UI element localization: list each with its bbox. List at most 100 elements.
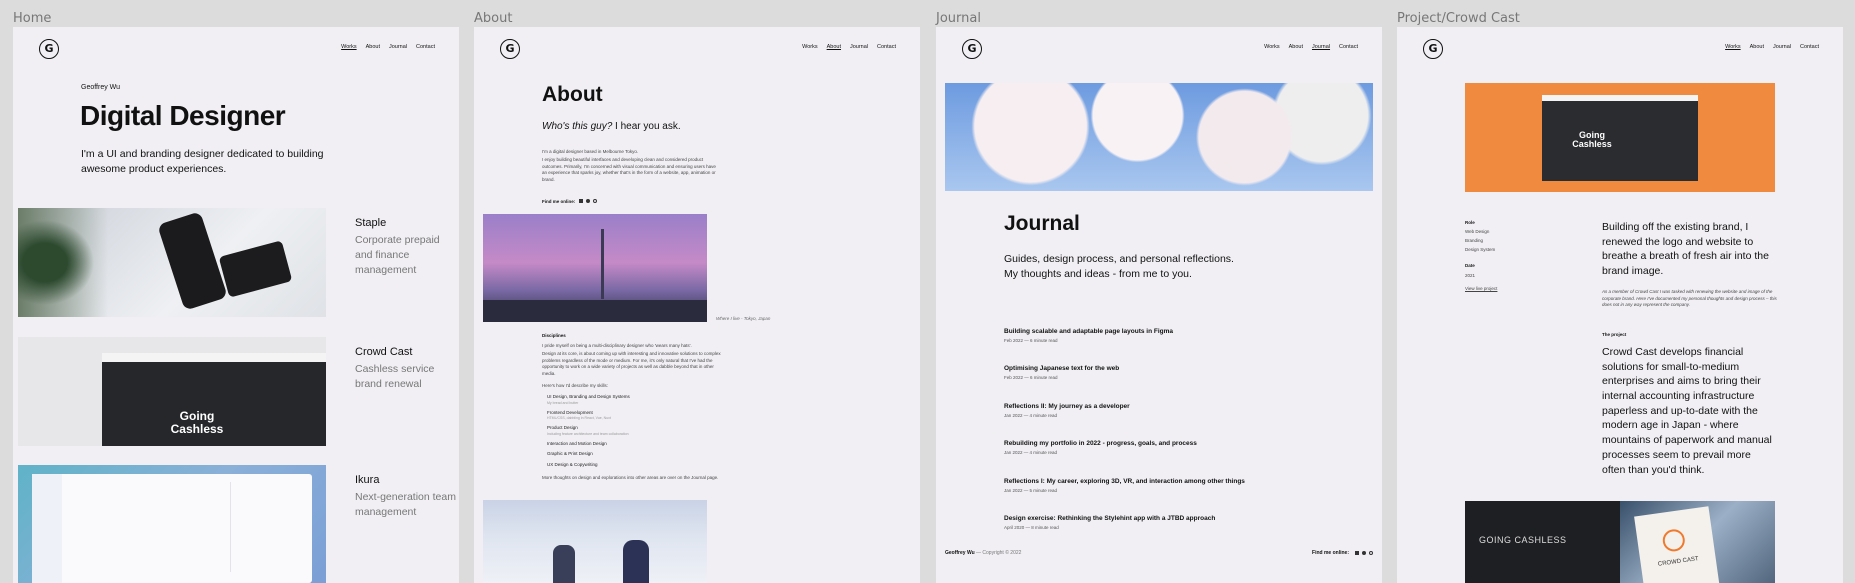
entry-title[interactable]: Optimising Japanese text for the web bbox=[1004, 365, 1364, 372]
browser-mockup: Going Cashless bbox=[1542, 95, 1698, 181]
logo-icon[interactable]: G bbox=[1423, 39, 1443, 59]
entry-meta: Jan 2022 — 4 minute read bbox=[1004, 450, 1058, 455]
person-shape bbox=[623, 540, 649, 583]
project-desc: Next-generation team management bbox=[355, 491, 456, 519]
journal-frame: G Works About Journal Contact Journal Gu… bbox=[936, 27, 1382, 583]
project-lead: Building off the existing brand, I renew… bbox=[1602, 221, 1769, 278]
linkedin-icon[interactable] bbox=[1355, 551, 1359, 555]
skill-item: Product Design Including feature architec… bbox=[547, 425, 727, 436]
browser-mockup: Going Cashless bbox=[102, 353, 326, 446]
project-desc: Corporate prepaid and finance management bbox=[355, 234, 440, 277]
nav-journal[interactable]: Journal bbox=[1773, 44, 1791, 50]
skill-sub: HTML/CSS, dabbling in React, Vue, Nuxt bbox=[547, 416, 611, 421]
entry-title[interactable]: Building scalable and adaptable page lay… bbox=[1004, 328, 1364, 335]
photo-caption: Where I live - Tokyo, Japan bbox=[716, 316, 771, 321]
disciplines-title: Disciplines bbox=[542, 333, 566, 338]
about-paragraph: I enjoy building beautiful interfaces an… bbox=[542, 157, 716, 182]
dashboard-mockup bbox=[32, 474, 312, 583]
journal-entry[interactable]: Rebuilding my portfolio in 2022 - progre… bbox=[1004, 440, 1364, 478]
frame-label-about: About bbox=[474, 11, 513, 26]
frame-label-journal: Journal bbox=[936, 11, 981, 26]
journal-entry[interactable]: Reflections II: My journey as a develope… bbox=[1004, 403, 1364, 440]
skill-name: Graphic & Print Design bbox=[547, 451, 593, 457]
project-name[interactable]: Staple bbox=[355, 217, 386, 229]
question-em: Who's this guy? bbox=[542, 121, 613, 132]
journal-entry[interactable]: Design exercise: Rethinking the Stylehin… bbox=[1004, 515, 1364, 545]
project-description: Crowd Cast develops financial solutions … bbox=[1602, 346, 1772, 476]
entry-meta: Feb 2022 — 6 minute read bbox=[1004, 375, 1058, 380]
nav-works[interactable]: Works bbox=[341, 44, 356, 50]
journal-entry[interactable]: Reflections I: My career, exploring 3D, … bbox=[1004, 478, 1364, 515]
about-question: Who's this guy? I hear you ask. bbox=[542, 121, 681, 132]
github-icon[interactable] bbox=[586, 199, 590, 203]
business-card: CROWD CAST bbox=[1634, 506, 1721, 583]
nav-works[interactable]: Works bbox=[1725, 44, 1740, 50]
nav-contact[interactable]: Contact bbox=[1800, 44, 1819, 50]
home-frame: G Works About Journal Contact Geoffrey W… bbox=[13, 27, 459, 583]
ikura-thumbnail[interactable] bbox=[18, 465, 326, 583]
entry-title[interactable]: Reflections I: My career, exploring 3D, … bbox=[1004, 478, 1364, 485]
nav-contact[interactable]: Contact bbox=[877, 44, 896, 50]
staple-thumbnail[interactable] bbox=[18, 208, 326, 317]
nav-works[interactable]: Works bbox=[1264, 44, 1279, 50]
journal-entry[interactable]: Optimising Japanese text for the web Feb… bbox=[1004, 365, 1364, 403]
frame-label-home: Home bbox=[13, 11, 52, 26]
going-cashless-text: Going Cashless bbox=[170, 409, 224, 436]
journal-subtitle: Guides, design process, and personal ref… bbox=[1004, 253, 1234, 280]
logo-icon[interactable]: G bbox=[962, 39, 982, 59]
entry-meta: April 2020 — 8 minute read bbox=[1004, 525, 1059, 530]
going-cashless-text: Going Cashless bbox=[1572, 130, 1612, 150]
footer-name: Geoffrey Wu bbox=[945, 550, 975, 556]
view-live-link[interactable]: View live project bbox=[1465, 286, 1497, 293]
more-thoughts: More thoughts on design and explorations… bbox=[542, 475, 719, 480]
nav-about[interactable]: About bbox=[366, 44, 380, 50]
nav-about[interactable]: About bbox=[1289, 44, 1303, 50]
journal-entry[interactable]: Building scalable and adaptable page lay… bbox=[1004, 328, 1364, 365]
role-item: Branding bbox=[1465, 238, 1484, 243]
skill-item: UX Design & Copywriting bbox=[547, 462, 727, 469]
entry-title[interactable]: Reflections II: My journey as a develope… bbox=[1004, 403, 1364, 410]
nav-contact[interactable]: Contact bbox=[1339, 44, 1358, 50]
logo-icon[interactable]: G bbox=[500, 39, 520, 59]
skills-list: UI Design, Branding and Design Systems My… bbox=[547, 394, 727, 468]
skills-intro: Here's how I'd describe my skills: bbox=[542, 383, 608, 388]
skill-item: Frontend Development HTML/CSS, dabbling i… bbox=[547, 410, 727, 421]
crowd-cast-thumbnail[interactable]: Going Cashless bbox=[18, 337, 326, 446]
github-icon[interactable] bbox=[1362, 551, 1366, 555]
entry-title[interactable]: Design exercise: Rethinking the Stylehin… bbox=[1004, 515, 1364, 522]
project-note: As a member of Crowd Cast I was tasked w… bbox=[1602, 289, 1777, 308]
skill-item: Graphic & Print Design bbox=[547, 451, 727, 458]
page-title: Digital Designer bbox=[80, 100, 286, 131]
project-name[interactable]: Crowd Cast bbox=[355, 346, 412, 358]
nav-journal[interactable]: Journal bbox=[850, 44, 868, 50]
tokyo-photo bbox=[483, 214, 707, 322]
nav-about[interactable]: About bbox=[1750, 44, 1764, 50]
entry-meta: Jan 2022 — 4 minute read bbox=[1004, 413, 1058, 418]
intro-text: I'm a UI and branding designer dedicated… bbox=[81, 148, 324, 175]
nav-journal[interactable]: Journal bbox=[1312, 44, 1330, 50]
plant-shape bbox=[18, 208, 108, 317]
snow-photo bbox=[483, 500, 707, 583]
footer-right: Find me online: bbox=[1312, 550, 1373, 556]
project-name[interactable]: Ikura bbox=[355, 474, 379, 486]
dribbble-icon[interactable] bbox=[1369, 551, 1373, 555]
nav-journal[interactable]: Journal bbox=[389, 44, 407, 50]
linkedin-icon[interactable] bbox=[579, 199, 583, 203]
dashboard-panel bbox=[230, 482, 305, 572]
going-cashless-dark-text: GOING CASHLESS bbox=[1479, 535, 1567, 545]
footer-find-me: Find me online: bbox=[1312, 550, 1349, 556]
crowd-cast-branding-image: GOING CASHLESS CROWD CAST bbox=[1465, 501, 1775, 583]
nav-about[interactable]: About bbox=[827, 44, 841, 50]
role-item: Web Design bbox=[1465, 229, 1490, 234]
main-nav: Works About Journal Contact bbox=[1264, 44, 1358, 50]
skill-item: UI Design, Branding and Design Systems My… bbox=[547, 394, 727, 405]
logo-icon[interactable]: G bbox=[39, 39, 59, 59]
entry-title[interactable]: Rebuilding my portfolio in 2022 - progre… bbox=[1004, 440, 1364, 447]
nav-contact[interactable]: Contact bbox=[416, 44, 435, 50]
journal-list: Building scalable and adaptable page lay… bbox=[1004, 328, 1364, 545]
dashboard-sidebar bbox=[32, 474, 62, 583]
card-shape bbox=[218, 240, 293, 298]
dribbble-icon[interactable] bbox=[593, 199, 597, 203]
nav-works[interactable]: Works bbox=[802, 44, 817, 50]
skill-name: Interaction and Motion Design bbox=[547, 440, 607, 446]
